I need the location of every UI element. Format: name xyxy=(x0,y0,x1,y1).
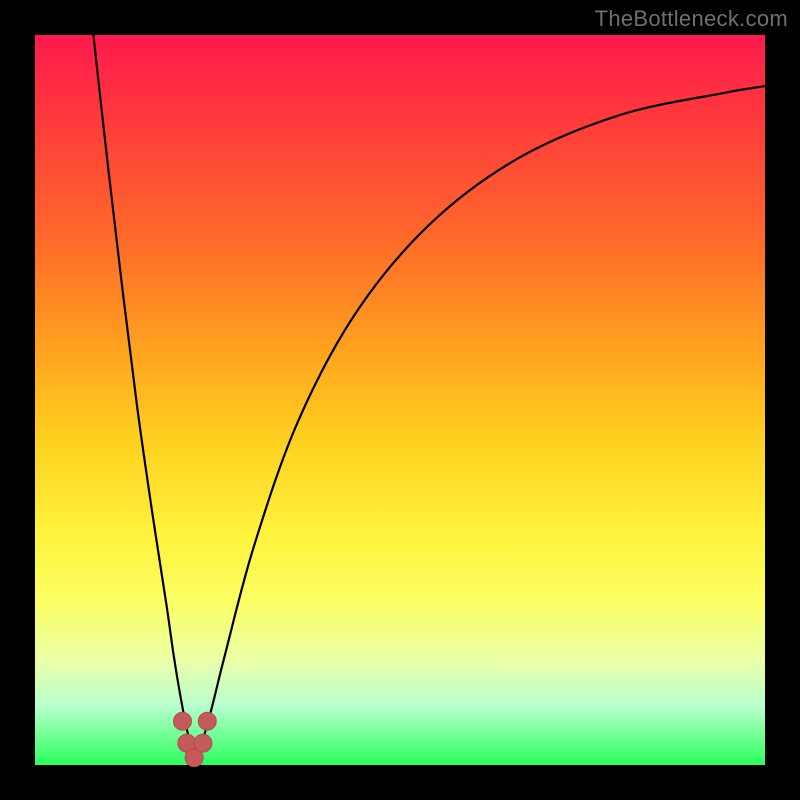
outer-frame: TheBottleneck.com xyxy=(0,0,800,800)
bottleneck-curve xyxy=(93,35,765,765)
plot-area xyxy=(35,35,765,765)
valley-marker xyxy=(173,712,191,730)
curve-left-branch xyxy=(93,35,195,765)
curve-right-branch xyxy=(196,86,765,765)
curve-layer xyxy=(35,35,765,765)
valley-marker xyxy=(198,712,216,730)
valley-markers xyxy=(173,712,216,767)
watermark-text: TheBottleneck.com xyxy=(595,6,788,32)
valley-marker xyxy=(194,734,212,752)
